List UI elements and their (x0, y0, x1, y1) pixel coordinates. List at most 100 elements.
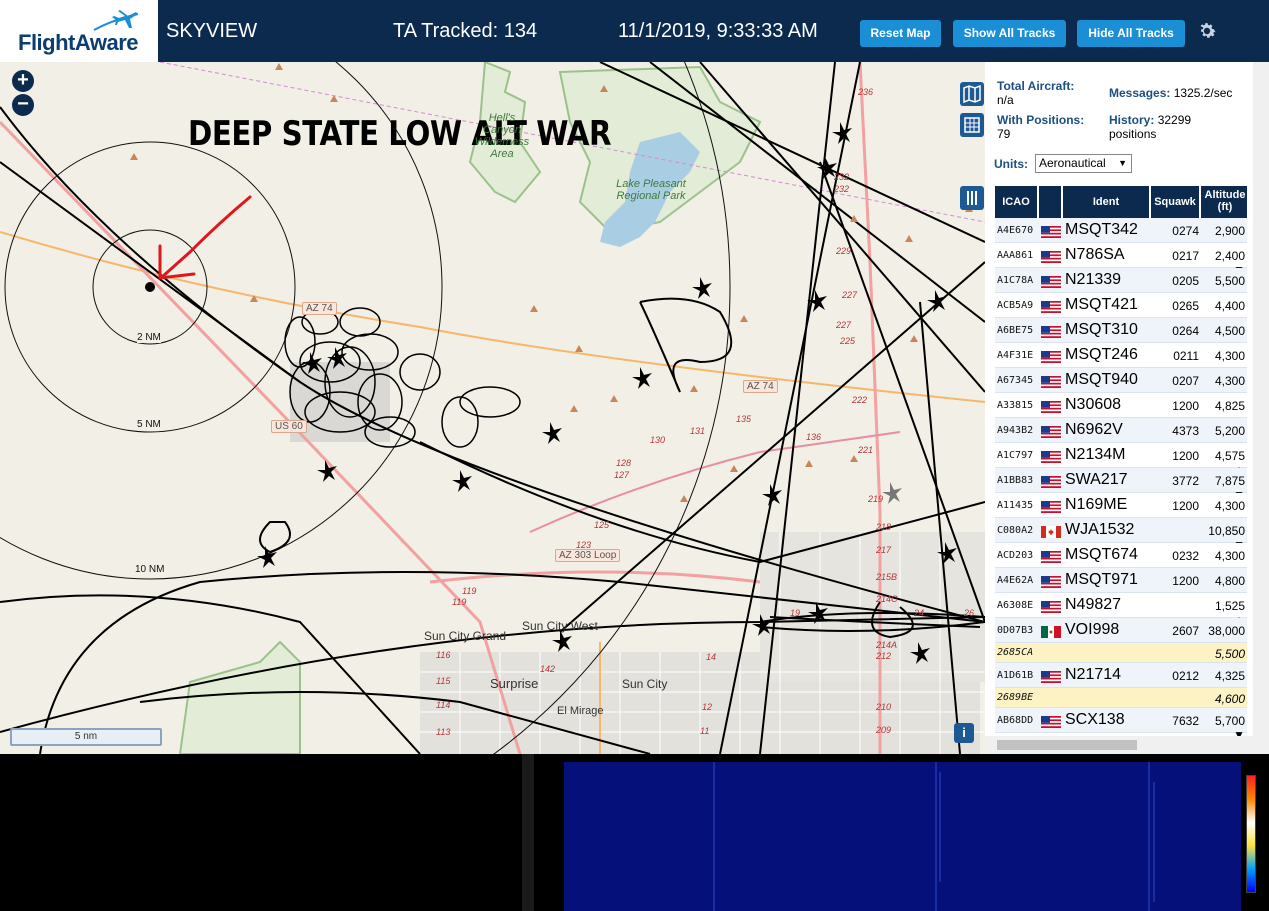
logo-text: FlightAware (18, 30, 139, 55)
columns-toggle-button[interactable] (960, 186, 984, 210)
units-select[interactable]: Aeronautical ▼ (1035, 154, 1132, 173)
squawk-cell: 7632 (1172, 714, 1199, 728)
squawk-cell: 0232 (1172, 549, 1199, 563)
milepost-label: 125 (594, 520, 610, 530)
milepost-label: 212 (876, 651, 892, 661)
column-header-flag[interactable] (1039, 186, 1063, 218)
spectrum-left-pane (0, 754, 522, 911)
milepost-label: 119 (452, 597, 467, 607)
table-row[interactable]: A4E670 MSQT342 0274 2,900 (995, 218, 1247, 243)
pane-divider[interactable] (522, 754, 534, 911)
milepost-label: 209 (876, 725, 892, 735)
table-row[interactable]: AB68DD SCX138 7632 5,700 ▼ (995, 708, 1247, 742)
table-row[interactable]: A1D61B N21714 0212 4,325 (995, 663, 1247, 688)
map-icon (963, 84, 981, 104)
us-flag-icon (1041, 551, 1061, 563)
units-selected-value: Aeronautical (1039, 156, 1106, 170)
table-row[interactable]: A4E62A MSQT971 1200 4,800 (995, 568, 1247, 593)
road-shield: AZ 303 Loop (555, 549, 621, 562)
scrollbar-thumb[interactable] (997, 740, 1137, 750)
us-flag-icon (1041, 501, 1061, 513)
city-label: El Mirage (557, 705, 604, 717)
milepost-label: 214A (876, 640, 898, 650)
milepost-label: 218 (876, 522, 892, 532)
map-view[interactable]: + − DEEP STATE LOW ALT WAR 2 NM 5 NM 10 … (0, 62, 985, 754)
history-stat: History: 32299 positions (1109, 113, 1239, 141)
icao-cell: A11435 (997, 500, 1034, 511)
table-row[interactable]: 2685CA5,500 ▲ (995, 643, 1247, 675)
messages-value: 1325.2/sec (1173, 86, 1233, 100)
zoom-in-button[interactable]: + (12, 70, 34, 92)
map-canvas[interactable] (0, 62, 985, 754)
squawk-cell: 0205 (1172, 274, 1199, 288)
milepost-label: 229 (836, 246, 852, 256)
milepost-label: 222 (852, 395, 868, 405)
table-row[interactable]: A1C797N2134M12004,575 ▲ (995, 443, 1247, 477)
table-row[interactable]: A1C78A N21339 0205 5,500 (995, 268, 1247, 293)
icao-cell: 0D07B3 (997, 625, 1034, 636)
milepost-label: 119 (462, 586, 477, 596)
ident-cell: N30608 (1065, 396, 1122, 413)
table-row[interactable]: A1BB83SWA21737727,875 ▼ (995, 468, 1247, 502)
altitude-cell: 4,300 (1214, 549, 1245, 563)
squawk-cell: 0217 (1172, 249, 1199, 263)
milepost-label: 215B (876, 572, 898, 582)
reset-map-button[interactable]: Reset Map (860, 20, 941, 47)
column-header-ident[interactable]: Ident (1063, 186, 1151, 218)
vertical-scrollbar[interactable] (1253, 62, 1269, 754)
ident-cell: MSQT940 (1065, 371, 1138, 388)
range-ring-label: 10 NM (135, 564, 165, 575)
waterfall-colorbar (1246, 775, 1256, 893)
messages-label: Messages: (1109, 86, 1171, 100)
icao-cell: A1BB83 (997, 475, 1034, 486)
us-flag-icon (1041, 716, 1061, 728)
table-row[interactable]: A33815 N30608 1200 4,825 (995, 393, 1247, 418)
milepost-label: 130 (650, 435, 666, 445)
table-row[interactable]: C080A2WJA153210,850 ▼ (995, 518, 1247, 552)
icao-cell: ACB5A9 (997, 300, 1034, 311)
column-header-icao[interactable]: ICAO (995, 186, 1039, 218)
zoom-out-button[interactable]: − (12, 94, 34, 116)
map-layers-button[interactable] (960, 82, 984, 106)
table-row[interactable]: ACB5A9 MSQT421 0265 4,400 (995, 293, 1247, 318)
icao-cell: A1C78A (997, 275, 1034, 286)
show-all-tracks-button[interactable]: Show All Tracks (953, 20, 1066, 47)
table-row[interactable]: A4F31E MSQT246 0211 4,300 (995, 343, 1247, 368)
squawk-cell: 0211 (1173, 349, 1199, 363)
gear-icon[interactable] (1196, 20, 1218, 42)
ident-cell: MSQT342 (1065, 221, 1138, 238)
units-label: Units: (994, 157, 1028, 171)
info-button[interactable]: i (954, 723, 974, 743)
table-row[interactable]: A6BE75 MSQT310 0264 4,500 (995, 318, 1247, 343)
table-header: ICAO Ident Squawk Altitude (ft) (995, 186, 1247, 218)
flightaware-logo[interactable]: FlightAware (0, 0, 160, 62)
table-row[interactable]: A11435 N169ME 1200 4,300 (995, 493, 1247, 518)
table-row[interactable]: AAA861N786SA02172,400 ▼ (995, 243, 1247, 277)
table-row[interactable]: 2689BE4,600 ▲ (995, 688, 1247, 720)
horizontal-scrollbar[interactable] (985, 736, 1269, 754)
ca-flag-icon (1041, 526, 1061, 538)
us-flag-icon (1041, 376, 1061, 388)
columns-icon (967, 191, 977, 205)
total-aircraft-label: Total Aircraft: (997, 79, 1075, 93)
column-header-squawk[interactable]: Squawk (1151, 186, 1201, 218)
milepost-label: 12 (702, 702, 713, 712)
table-row[interactable]: 0D07B3 VOI998 2607 38,000 (995, 618, 1247, 643)
grid-icon (964, 117, 980, 133)
altitude-cell: 4,825 (1214, 399, 1245, 413)
altitude-cell: 5,200 (1214, 424, 1245, 438)
milepost-label: 232 (834, 172, 850, 182)
table-row[interactable]: A6308EN498271,525 ▲ (995, 593, 1247, 627)
table-row[interactable]: ACD203 MSQT674 0232 4,300 (995, 543, 1247, 568)
hide-all-tracks-button[interactable]: Hide All Tracks (1077, 20, 1185, 47)
column-header-altitude[interactable]: Altitude (ft) (1201, 186, 1249, 218)
milepost-label: 19 (790, 608, 801, 618)
table-row[interactable]: A67345 MSQT940 0207 4,300 (995, 368, 1247, 393)
table-row[interactable]: A943B2 N6962V 4373 5,200 (995, 418, 1247, 443)
grid-toggle-button[interactable] (960, 113, 984, 137)
us-flag-icon (1041, 451, 1061, 463)
milepost-label: 135 (736, 414, 752, 424)
icao-cell: 2689BE (997, 692, 1034, 703)
squawk-cell: 3772 (1172, 474, 1199, 488)
altitude-cell: 4,300 (1214, 374, 1245, 388)
